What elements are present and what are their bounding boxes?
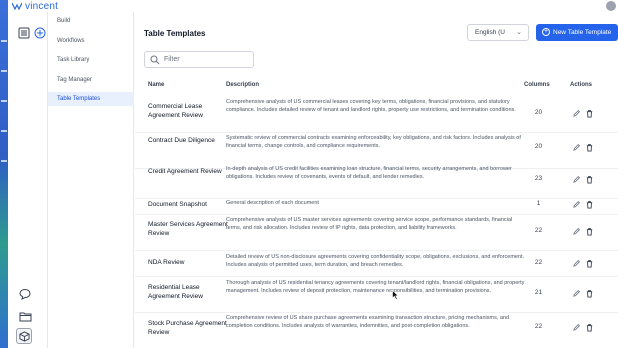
edit-pencil-icon[interactable] <box>572 289 581 298</box>
language-value: English (U <box>475 29 505 36</box>
table-row[interactable]: Stock Purchase Agreement Review Comprehe… <box>135 313 618 348</box>
sidebar-item-task-library[interactable]: Task Library <box>48 53 134 67</box>
template-description: General description of each document <box>226 200 319 206</box>
template-description: Systematic review of commercial contract… <box>226 135 521 149</box>
table-row[interactable]: Document Snapshot General description of… <box>135 193 618 215</box>
new-table-template-button[interactable]: + New Table Template <box>536 24 618 41</box>
edit-pencil-icon[interactable] <box>572 200 581 209</box>
table-row[interactable]: Residential Lease Agreement Review Thoro… <box>135 277 618 313</box>
sidebar-item-label: Task Library <box>57 57 90 63</box>
trash-icon[interactable] <box>585 143 594 152</box>
document-list-icon[interactable] <box>16 25 32 41</box>
template-name[interactable]: Credit Agreement Review <box>148 167 228 176</box>
vincent-logo-icon <box>12 2 22 10</box>
edit-pencil-icon[interactable] <box>572 323 581 332</box>
trash-icon[interactable] <box>585 289 594 298</box>
avatar[interactable] <box>606 1 616 11</box>
language-select[interactable]: English (U ⌄ <box>467 24 529 41</box>
trash-icon[interactable] <box>585 200 594 209</box>
edit-pencil-icon[interactable] <box>572 175 581 184</box>
template-columns: 1 <box>536 200 541 207</box>
chat-bubble-icon[interactable] <box>17 286 33 302</box>
edit-pencil-icon[interactable] <box>572 227 581 236</box>
column-header-name: Name <box>148 82 165 88</box>
app-logo[interactable]: vincent <box>12 1 58 12</box>
column-header-actions: Actions <box>570 82 593 88</box>
template-description: Comprehensive analysis of US commercial … <box>226 99 516 113</box>
template-description: In-depth analysis of US credit facilitie… <box>226 166 512 180</box>
sidebar-item-label: Tag Manager <box>57 77 93 83</box>
template-columns: 21 <box>534 289 543 296</box>
edit-pencil-icon[interactable] <box>572 143 581 152</box>
filter-placeholder: Filter <box>164 56 180 63</box>
template-description: Comprehensive review of US share purchas… <box>226 315 510 329</box>
trash-icon[interactable] <box>585 323 594 332</box>
template-name[interactable]: NDA Review <box>148 258 228 267</box>
template-name[interactable]: Contract Due Diligence <box>148 136 228 145</box>
chevron-down-icon: ⌄ <box>516 29 522 36</box>
sidebar-item-table-templates[interactable]: Table Templates <box>48 92 134 106</box>
mouse-cursor-icon <box>392 290 399 300</box>
template-description: Detailed review of US non-disclosure agr… <box>226 254 525 268</box>
edit-pencil-icon[interactable] <box>572 109 581 118</box>
search-icon <box>150 55 160 65</box>
template-name[interactable]: Document Snapshot <box>148 200 228 209</box>
template-description: Thorough analysis of US residential tena… <box>226 280 525 294</box>
trash-icon[interactable] <box>585 109 594 118</box>
add-circle-icon[interactable] <box>32 25 48 41</box>
template-columns: 22 <box>534 259 543 266</box>
template-name[interactable]: Master Services Agreement Review <box>148 220 228 238</box>
template-name[interactable]: Stock Purchase Agreement Review <box>148 319 228 337</box>
table-row[interactable]: Master Services Agreement Review Compreh… <box>135 215 618 251</box>
table-row[interactable]: Commercial Lease Agreement Review Compre… <box>135 97 618 133</box>
top-bar: vincent <box>8 0 618 12</box>
filter-input[interactable]: Filter <box>144 51 254 68</box>
edit-pencil-icon[interactable] <box>572 259 581 268</box>
table-row[interactable]: NDA Review Detailed review of US non-dis… <box>135 251 618 277</box>
template-columns: 20 <box>534 143 543 150</box>
template-columns: 20 <box>534 109 543 116</box>
sidebar-item-label: Table Templates <box>57 96 101 102</box>
app-name: vincent <box>25 0 59 12</box>
template-columns: 22 <box>534 323 543 330</box>
folder-icon[interactable] <box>17 308 33 324</box>
trash-icon[interactable] <box>585 227 594 236</box>
template-name[interactable]: Residential Lease Agreement Review <box>148 283 228 301</box>
cube-icon[interactable] <box>16 328 32 344</box>
new-button-label: New Table Template <box>553 29 612 36</box>
template-name[interactable]: Commercial Lease Agreement Review <box>148 102 228 120</box>
template-description: Comprehensive analysis of US master serv… <box>226 217 513 231</box>
plus-icon: + <box>542 28 550 36</box>
left-edge-strip <box>0 0 8 348</box>
icon-rail <box>8 12 48 348</box>
app-window: vincent Build Workflows Task Library Tag… <box>0 0 618 348</box>
column-header-description: Description <box>226 82 260 88</box>
sidebar-item-label: Workflows <box>57 38 85 44</box>
template-columns: 22 <box>534 227 543 234</box>
column-header-columns: Columns <box>524 82 550 88</box>
sidebar-item-workflows[interactable]: Workflows <box>48 34 134 48</box>
sidebar-item-build[interactable]: Build <box>48 14 134 28</box>
template-columns: 23 <box>534 175 543 182</box>
page-title: Table Templates <box>144 29 206 38</box>
sidebar-item-label: Build <box>57 18 71 24</box>
trash-icon[interactable] <box>585 175 594 184</box>
trash-icon[interactable] <box>585 259 594 268</box>
sidebar-nav: Build Workflows Task Library Tag Manager… <box>48 12 134 348</box>
sidebar-item-tag-manager[interactable]: Tag Manager <box>48 73 134 87</box>
main-content: Table Templates English (U ⌄ + New Table… <box>135 12 618 348</box>
